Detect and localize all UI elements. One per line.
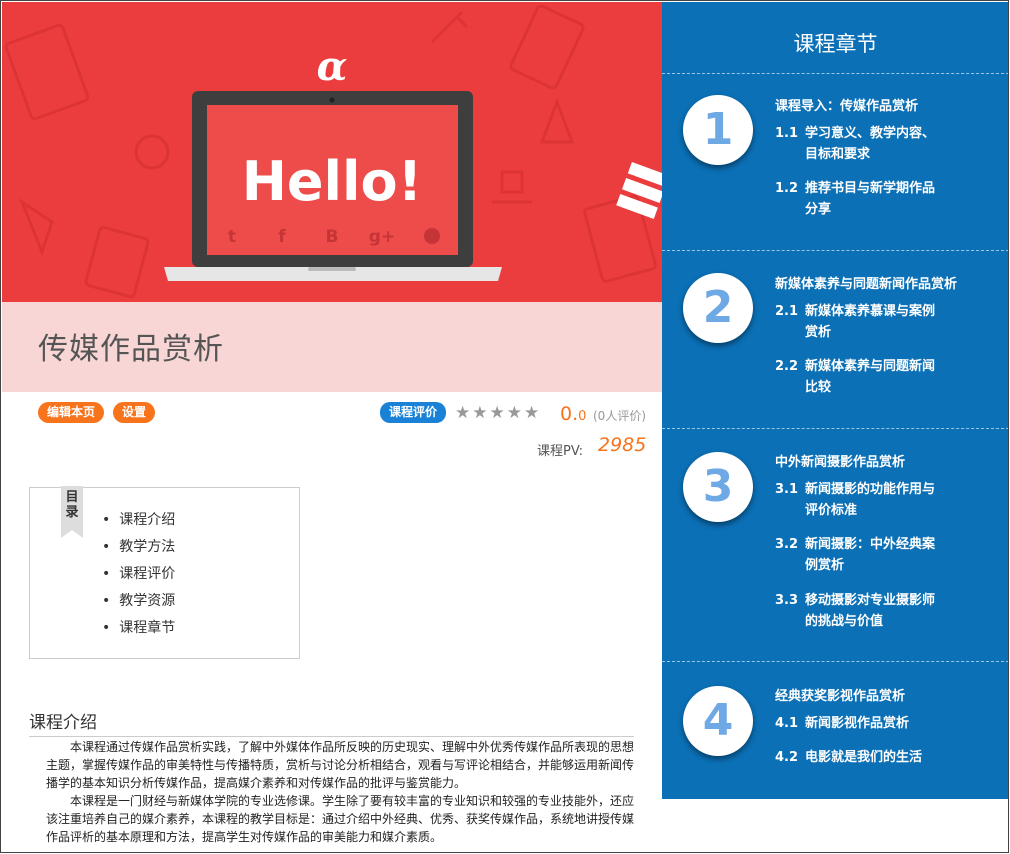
section-number: 3.3 xyxy=(775,593,799,608)
divider xyxy=(662,428,1009,429)
chapter-title[interactable]: 课程导入：传媒作品赏析 xyxy=(775,95,918,114)
section-link[interactable]: 2.1 新媒体素养慕课与案例赏析 xyxy=(775,301,945,343)
chapter-panel: 课程章节 1 课程导入：传媒作品赏析 1.1 学习意义、教学内容、目标和要求 1.… xyxy=(662,2,1009,799)
course-banner: ɑ Hello! t f B g+ xyxy=(2,2,662,302)
intro-body: 本课程通过传媒作品赏析实践，了解中外媒体作品所反映的历史现实、理解中外优秀传媒作… xyxy=(46,738,636,846)
section-number: 2.1 xyxy=(775,304,799,319)
rating-count: (0人评价) xyxy=(593,409,646,423)
edit-page-button[interactable]: 编辑本页 xyxy=(38,402,105,423)
facebook-icon: f xyxy=(278,227,286,247)
divider xyxy=(662,250,1009,251)
toc-item-chapters[interactable]: 课程章节 xyxy=(102,618,175,645)
banner-illustration: ɑ Hello! t f B g+ xyxy=(4,4,662,299)
toc-item-intro[interactable]: 课程介绍 xyxy=(102,510,175,537)
pv-value: 2985 xyxy=(598,434,647,456)
section-number: 4.2 xyxy=(775,750,799,765)
chapter-number-badge: 2 xyxy=(683,273,753,343)
googleplus-icon: g+ xyxy=(369,227,395,247)
intro-divider xyxy=(29,736,634,737)
rating-score: 0.0 xyxy=(560,403,586,425)
github-icon xyxy=(424,228,440,244)
toc-tag: 目录 xyxy=(61,486,83,538)
section-link[interactable]: 4.1 新闻影视作品赏析 xyxy=(775,713,965,734)
table-of-contents: 目录 课程介绍 教学方法 课程评价 教学资源 课程章节 xyxy=(29,486,300,659)
toc-item-methods[interactable]: 教学方法 xyxy=(102,537,175,564)
section-title: 移动摄影对专业摄影师的挑战与价值 xyxy=(805,593,936,629)
section-title: 推荐书目与新学期作品分享 xyxy=(805,181,936,217)
intro-heading: 课程介绍 xyxy=(29,713,97,733)
intro-paragraph: 本课程通过传媒作品赏析实践，了解中外媒体作品所反映的历史现实、理解中外优秀传媒作… xyxy=(46,740,635,790)
chapter-number-badge: 3 xyxy=(683,452,753,522)
blogger-icon: B xyxy=(326,227,339,247)
rating-stars[interactable]: ★★★★★ xyxy=(455,403,541,423)
divider xyxy=(662,73,1009,74)
section-title: 电影就是我们的生活 xyxy=(805,750,923,765)
section-title: 新媒体素养慕课与案例赏析 xyxy=(805,304,936,340)
section-title: 新媒体素养与同题新闻比较 xyxy=(805,359,936,395)
course-review-button[interactable]: 课程评价 xyxy=(380,402,447,423)
chapter-title[interactable]: 新媒体素养与同题新闻作品赏析 xyxy=(775,273,957,292)
pv-label: 课程PV: xyxy=(537,444,584,459)
course-title-band: 传媒作品赏析 xyxy=(2,302,662,392)
section-number: 2.2 xyxy=(775,359,799,374)
section-title: 新闻摄影：中外经典案例赏析 xyxy=(805,537,936,573)
section-number: 3.2 xyxy=(775,537,799,552)
section-link[interactable]: 3.2 新闻摄影：中外经典案例赏析 xyxy=(775,534,945,576)
chapter-panel-title: 课程章节 xyxy=(793,32,878,56)
section-link[interactable]: 3.3 移动摄影对专业摄影师的挑战与价值 xyxy=(775,590,945,632)
twitter-icon: t xyxy=(228,227,236,247)
chapter-title[interactable]: 经典获奖影视作品赏析 xyxy=(775,685,905,704)
section-title: 学习意义、教学内容、目标和要求 xyxy=(805,126,936,162)
section-number: 4.1 xyxy=(775,716,799,731)
toc-item-review[interactable]: 课程评价 xyxy=(102,564,175,591)
section-link[interactable]: 1.1 学习意义、教学内容、目标和要求 xyxy=(775,123,945,165)
screen-hello-text: Hello! xyxy=(242,150,423,213)
logo-glyph: ɑ xyxy=(317,43,348,90)
section-number: 1.1 xyxy=(775,126,799,141)
section-number: 1.2 xyxy=(775,181,799,196)
section-number: 3.1 xyxy=(775,482,799,497)
section-link[interactable]: 2.2 新媒体素养与同题新闻比较 xyxy=(775,356,945,398)
settings-button[interactable]: 设置 xyxy=(113,402,156,423)
rating-score-decimal: 0 xyxy=(578,409,587,424)
chapter-number-badge: 4 xyxy=(683,686,753,756)
intro-paragraph: 本课程是一门财经与新媒体学院的专业选修课。学生除了要有较丰富的专业知识和较强的专… xyxy=(46,794,635,844)
section-link[interactable]: 3.1 新闻摄影的功能作用与评价标准 xyxy=(775,479,945,521)
chapter-title[interactable]: 中外新闻摄影作品赏析 xyxy=(775,451,905,470)
divider xyxy=(662,661,1009,662)
section-link[interactable]: 1.2 推荐书目与新学期作品分享 xyxy=(775,178,945,220)
chapter-number-badge: 1 xyxy=(683,95,753,165)
section-title: 新闻摄影的功能作用与评价标准 xyxy=(805,482,936,518)
toc-item-resources[interactable]: 教学资源 xyxy=(102,591,175,618)
course-title: 传媒作品赏析 xyxy=(38,332,224,367)
toc-list: 课程介绍 教学方法 课程评价 教学资源 课程章节 xyxy=(102,510,175,645)
section-title: 新闻影视作品赏析 xyxy=(805,716,910,731)
rating-score-main: 0. xyxy=(560,403,579,425)
section-link[interactable]: 4.2 电影就是我们的生活 xyxy=(775,747,965,768)
